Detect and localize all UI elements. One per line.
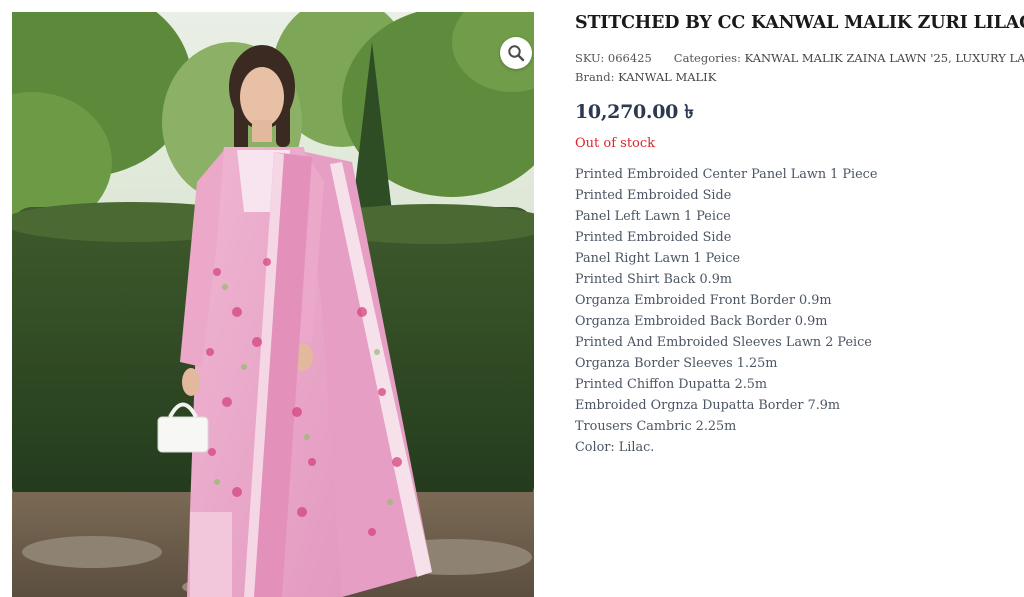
- sku-label: SKU:: [575, 51, 605, 65]
- description-line: Organza Embroided Front Border 0.9m: [575, 293, 832, 308]
- description-line: Printed And Embroided Sleeves Lawn 2 Pei…: [575, 335, 872, 350]
- magnifier-icon: [507, 44, 525, 62]
- description-line: Trousers Cambric 2.25m: [575, 419, 737, 434]
- description-line: Printed Embroided Side: [575, 188, 732, 203]
- brand-link[interactable]: KANWAL MALIK: [618, 70, 716, 84]
- description-line: Panel Right Lawn 1 Peice: [575, 251, 741, 266]
- description-line: Color: Lilac.: [575, 440, 655, 455]
- sku-value: 066425: [607, 51, 652, 65]
- description-line: Embroided Orgnza Dupatta Border 7.9m: [575, 398, 841, 413]
- description-line: Organza Embroided Back Border 0.9m: [575, 314, 828, 329]
- category-link-zaina-lawn[interactable]: KANWAL MALIK ZAINA LAWN '25: [745, 51, 949, 65]
- product-description: Printed Embroided Center Panel Lawn 1 Pi…: [575, 164, 1015, 458]
- product-title: STITCHED BY CC KANWAL MALIK ZURI LILAC: [575, 13, 1024, 33]
- description-line: Organza Border Sleeves 1.25m: [575, 356, 778, 371]
- categories-label: Categories:: [673, 51, 741, 65]
- description-line: Printed Embroided Center Panel Lawn 1 Pi…: [575, 167, 878, 182]
- description-line: Printed Embroided Side: [575, 230, 732, 245]
- zoom-button[interactable]: [500, 37, 532, 69]
- meta-line-brand: Brand: KANWAL MALIK: [575, 68, 1015, 87]
- category-link-luxury-lawn[interactable]: LUXURY LAWN: [955, 51, 1024, 65]
- product-summary: STITCHED BY CC KANWAL MALIK ZURI LILAC S…: [575, 12, 1024, 458]
- product-meta: SKU: 066425 Categories: KANWAL MALIK ZAIN…: [575, 49, 1024, 87]
- description-line: Printed Chiffon Dupatta 2.5m: [575, 377, 768, 392]
- product-price: 10,270.00 ৳: [575, 101, 694, 123]
- stock-status: Out of stock: [575, 136, 656, 151]
- brand-label: Brand:: [575, 70, 615, 84]
- description-line: Printed Shirt Back 0.9m: [575, 272, 732, 287]
- description-line: Panel Left Lawn 1 Peice: [575, 209, 731, 224]
- product-photo[interactable]: [12, 12, 534, 597]
- meta-line-sku-categories: SKU: 066425 Categories: KANWAL MALIK ZAIN…: [575, 49, 1024, 68]
- product-image-gallery[interactable]: [12, 12, 534, 597]
